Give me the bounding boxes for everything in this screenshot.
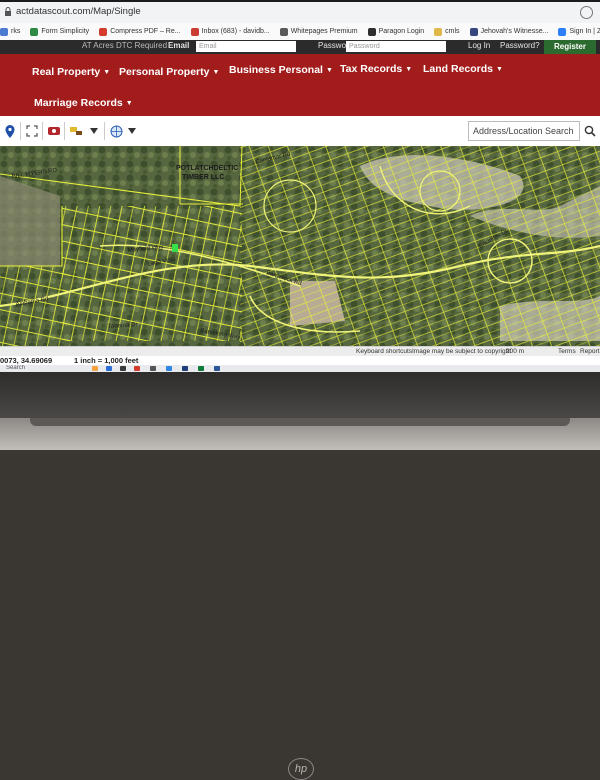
register-button[interactable]: Register xyxy=(544,40,596,54)
hp-logo: hp xyxy=(288,758,314,780)
bookmark-label: Compress PDF – Re... xyxy=(110,28,181,35)
app-icon[interactable] xyxy=(134,366,140,371)
satellite-imagery: POTLATCHDELTIC TIMBER LLC BILL MYERS RD A… xyxy=(0,146,600,346)
bookmark-item[interactable]: Compress PDF – Re... xyxy=(99,27,181,36)
app-icon[interactable] xyxy=(182,366,188,371)
keyboard-shortcuts-link[interactable]: Keyboard shortcuts xyxy=(356,348,412,355)
bookmark-favicon-icon xyxy=(434,27,443,36)
layers-icon[interactable] xyxy=(46,123,62,139)
nav-label: Real Property xyxy=(32,66,101,78)
main-nav: Real Property ▼ Personal Property ▼ Busine… xyxy=(0,54,600,116)
bookmark-label: Paragon Login xyxy=(378,28,425,35)
bookmarks-bar: rks Form Simplicity Compress PDF – Re... In… xyxy=(0,23,600,41)
bookmark-label: Inbox (683) - davidb... xyxy=(201,28,270,35)
bookmark-item[interactable]: Inbox (683) - davidb... xyxy=(190,27,270,36)
app-icon[interactable] xyxy=(166,366,172,371)
coordinate-readout: 0073, 34.69069 xyxy=(0,356,53,365)
email-label: Email xyxy=(168,41,190,50)
nav-tax-records[interactable]: Tax Records ▼ xyxy=(340,63,412,75)
bookmark-favicon-icon xyxy=(558,27,567,36)
chevron-down-icon: ▼ xyxy=(125,100,133,107)
app-icon[interactable] xyxy=(214,366,220,371)
chevron-down-icon: ▼ xyxy=(405,66,413,73)
forgot-password-link[interactable]: Password? xyxy=(500,41,540,50)
bookmark-label: rks xyxy=(11,28,21,35)
chevron-down-icon: ▼ xyxy=(496,66,503,73)
bookmark-item[interactable]: Paragon Login xyxy=(367,27,425,36)
chevron-down-icon: ▼ xyxy=(325,67,333,74)
toolbar-divider xyxy=(42,122,43,140)
profile-icon[interactable] xyxy=(580,6,593,19)
taskbar-search[interactable]: Search xyxy=(6,365,25,371)
address-search-input[interactable]: Address/Location Search xyxy=(468,121,580,141)
selected-parcel[interactable] xyxy=(172,244,178,252)
map-toolbar: Address/Location Search xyxy=(0,116,600,147)
chevron-down-icon[interactable] xyxy=(124,123,140,139)
bookmark-item[interactable]: Jehovah's Witnesse... xyxy=(469,27,549,36)
nav-label: Business Personal xyxy=(229,64,323,76)
login-button[interactable]: Log In xyxy=(468,41,490,50)
chevron-down-icon[interactable] xyxy=(86,123,102,139)
draw-tool-icon[interactable] xyxy=(68,123,84,139)
bookmark-favicon-icon xyxy=(99,27,108,36)
bookmark-label: Form Simplicity xyxy=(41,28,90,35)
nav-personal-property[interactable]: Personal Property ▼ xyxy=(119,66,219,78)
taskbar: Search xyxy=(0,365,600,372)
search-icon[interactable] xyxy=(582,123,598,139)
chevron-down-icon: ▼ xyxy=(103,69,111,76)
url-text[interactable]: actdatascout.com/Map/Single xyxy=(16,6,141,17)
bookmark-favicon-icon xyxy=(367,27,376,36)
app-icon[interactable] xyxy=(106,366,112,371)
nav-land-records[interactable]: Land Records ▼ xyxy=(423,63,503,75)
nav-label: Marriage Records xyxy=(34,97,123,109)
scale-readout: 1 inch = 1,000 feet xyxy=(74,356,139,365)
terms-link[interactable]: Terms xyxy=(558,348,576,355)
nav-label: Land Records xyxy=(423,63,494,75)
laptop-bezel: hp xyxy=(0,372,600,780)
bookmark-favicon-icon xyxy=(190,27,199,36)
nav-real-property[interactable]: Real Property ▼ xyxy=(32,66,110,78)
app-icon[interactable] xyxy=(198,366,204,371)
full-extent-icon[interactable] xyxy=(24,123,40,139)
toolbar-divider xyxy=(104,122,105,140)
bookmark-favicon-icon xyxy=(30,27,39,36)
browser-address-bar[interactable]: actdatascout.com/Map/Single xyxy=(0,2,600,24)
bookmark-favicon-icon xyxy=(279,27,288,36)
chevron-down-icon: ▼ xyxy=(212,69,220,76)
bookmark-favicon-icon xyxy=(469,27,478,36)
nav-label: Personal Property xyxy=(119,66,210,78)
bookmark-item[interactable]: Form Simplicity xyxy=(30,27,90,36)
laptop-hinge xyxy=(30,418,570,426)
bookmark-item[interactable]: cmls xyxy=(434,27,460,36)
map-scale-label: 200 m xyxy=(506,348,525,355)
bookmark-label: cmls xyxy=(445,28,460,35)
nav-marriage-records[interactable]: Marriage Records ▼ xyxy=(34,97,133,109)
imagery-notice: Image may be subject to copyright xyxy=(412,348,511,355)
bookmark-label: Jehovah's Witnesse... xyxy=(480,28,549,35)
bookmark-item[interactable]: Sign In | Zoom (NEW) xyxy=(558,27,600,36)
bookmark-label: Sign In | Zoom (NEW) xyxy=(569,28,600,35)
bookmark-item[interactable]: rks xyxy=(0,27,21,36)
bookmark-label: Whitepages Premium xyxy=(290,28,358,35)
app-icon[interactable] xyxy=(150,366,156,371)
toolbar-divider xyxy=(64,122,65,140)
login-strip-partial-text: AT Acres DTC Required xyxy=(82,41,168,50)
laptop-screen: actdatascout.com/Map/Single rks Form Simp… xyxy=(0,2,600,372)
bookmark-favicon-icon xyxy=(0,27,8,36)
nav-label: Tax Records xyxy=(340,63,403,75)
toolbar-divider xyxy=(20,122,21,140)
globe-icon[interactable] xyxy=(108,123,124,139)
app-icon[interactable] xyxy=(92,366,98,371)
nav-business-personal[interactable]: Business Personal ▼ xyxy=(229,64,333,76)
bookmark-item[interactable]: Whitepages Premium xyxy=(279,27,358,36)
parcel-map[interactable]: POTLATCHDELTIC TIMBER LLC BILL MYERS RD A… xyxy=(0,146,600,346)
app-icon[interactable] xyxy=(120,366,126,371)
site-info-icon[interactable] xyxy=(4,7,12,16)
report-link[interactable]: Report xyxy=(580,348,600,355)
login-strip: AT Acres DTC Required Email Email Passwo… xyxy=(0,40,600,54)
email-field[interactable]: Email xyxy=(196,41,296,52)
location-pin-icon[interactable] xyxy=(2,123,18,139)
password-field[interactable]: Password xyxy=(346,41,446,52)
